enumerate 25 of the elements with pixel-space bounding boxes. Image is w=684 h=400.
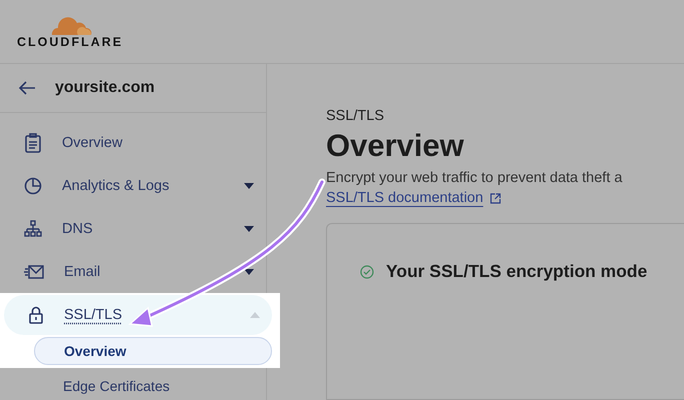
pie-chart-icon	[24, 176, 42, 194]
caret-icon	[244, 226, 254, 232]
sidebar-item[interactable]: SSL/TLS	[4, 295, 272, 335]
external-link-icon	[490, 192, 502, 204]
caret-icon	[250, 312, 260, 318]
documentation-link[interactable]: SSL/TLS documentation	[326, 190, 484, 206]
sidebar-subitem[interactable]: Overview	[34, 337, 272, 365]
sidebar-subitem[interactable]: Edge Certificates	[34, 372, 266, 400]
page-title: Overview	[326, 128, 465, 164]
caret-icon	[244, 182, 254, 188]
site-name: yoursite.com	[55, 79, 155, 97]
sidebar-item[interactable]: Analytics & Logs	[0, 164, 266, 207]
page-description: Encrypt your web traffic to prevent data theft a	[326, 170, 624, 186]
sidebar-item[interactable]: DNS	[0, 207, 266, 250]
section-label: SSL/TLS	[326, 108, 386, 124]
card-title: Your SSL/TLS encryption mode	[386, 261, 648, 282]
lock-icon	[28, 306, 44, 324]
logo-wordmark: CLOUDFLARE	[17, 35, 124, 49]
back-arrow-icon[interactable]	[18, 81, 36, 95]
clipboard-icon	[24, 132, 42, 152]
caret-icon	[244, 268, 254, 274]
sidebar-item[interactable]: Email	[0, 250, 266, 293]
sitemap-icon	[24, 220, 42, 238]
sidebar-item[interactable]: Overview	[0, 121, 266, 164]
envelope-icon	[24, 264, 44, 280]
